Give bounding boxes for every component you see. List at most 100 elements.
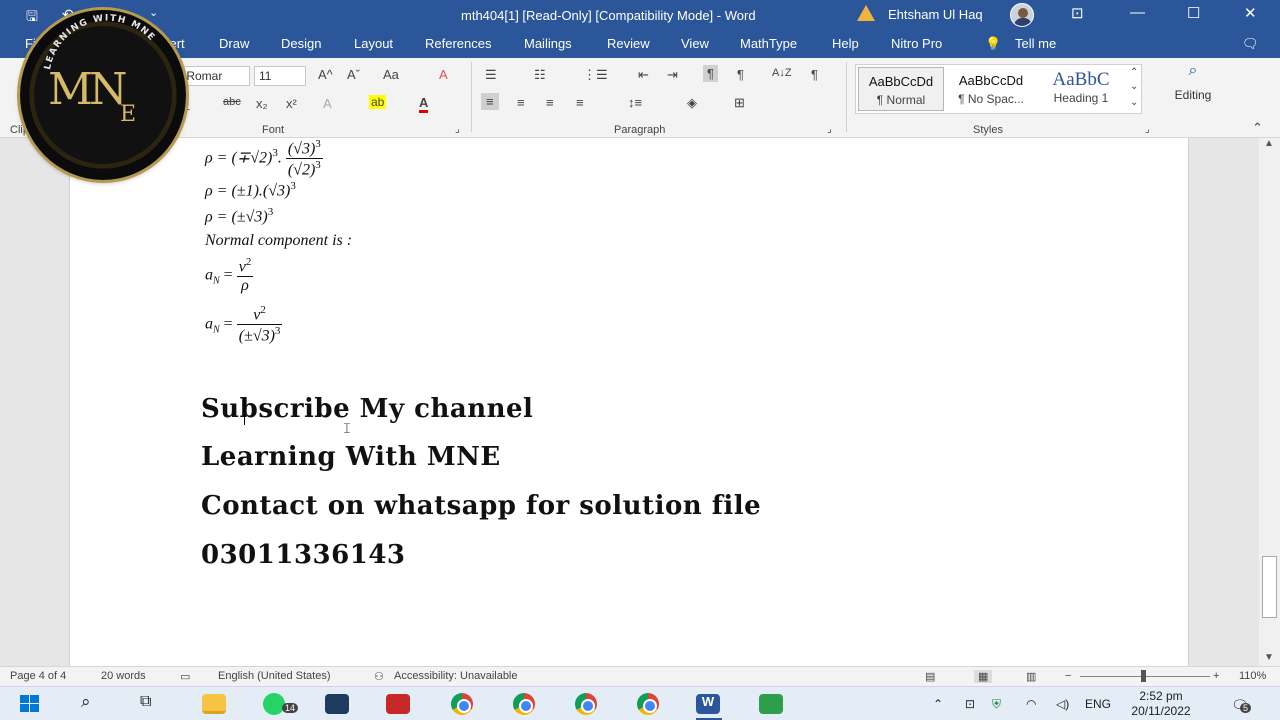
scroll-up-icon[interactable]: ▲: [1264, 138, 1274, 149]
font-size-box[interactable]: 11: [254, 66, 306, 86]
bullets-button[interactable]: ☰: [485, 67, 497, 83]
contact-line: Contact on whatsapp for solution file: [201, 491, 762, 521]
print-layout-icon[interactable]: ▦: [974, 670, 993, 683]
clock-time: 2:52 pm: [1139, 689, 1183, 703]
collapse-ribbon-icon[interactable]: ⌃: [1252, 120, 1263, 136]
style-normal[interactable]: AaBbCcDd ¶ Normal: [858, 67, 944, 111]
zoom-out-button[interactable]: −: [1065, 670, 1071, 682]
language-status[interactable]: English (United States): [218, 670, 331, 682]
increase-indent-button[interactable]: ⇥: [667, 67, 678, 83]
wifi-icon[interactable]: ◠: [1026, 697, 1036, 711]
tab-view[interactable]: View: [681, 36, 709, 51]
page-count[interactable]: Page 4 of 4: [10, 670, 66, 682]
align-right-button[interactable]: ≡: [546, 95, 554, 110]
camtasia-icon[interactable]: [759, 694, 783, 714]
numbering-button[interactable]: ☷: [534, 67, 546, 83]
zoom-level[interactable]: 110%: [1239, 670, 1266, 682]
highlight-button[interactable]: ab: [369, 95, 387, 109]
lightbulb-icon[interactable]: 💡: [985, 36, 1001, 52]
windows-start-icon[interactable]: [20, 695, 40, 713]
styles-more-icon[interactable]: ⌄: [1130, 97, 1138, 108]
zoom-slider-thumb[interactable]: [1141, 670, 1146, 682]
tab-help[interactable]: Help: [832, 36, 859, 51]
chrome-icon[interactable]: [451, 693, 473, 715]
multilevel-list-button[interactable]: ⋮☰: [583, 67, 608, 83]
style-no-spacing[interactable]: AaBbCcDd ¶ No Spac...: [948, 67, 1034, 111]
document-page[interactable]: ρ = (∓√2)3. (√3)3 (√2)3 ρ = (±1).(√3)3 ρ…: [69, 138, 1189, 666]
close-button[interactable]: ✕: [1244, 4, 1257, 22]
web-layout-icon[interactable]: ▥: [1026, 670, 1036, 683]
proofing-icon[interactable]: ▭: [180, 670, 190, 683]
clock[interactable]: 2:52 pm 20/11/2022: [1128, 689, 1194, 719]
styles-scroll-down-icon[interactable]: ⌄: [1130, 81, 1138, 92]
align-left-button[interactable]: ≡: [481, 93, 499, 110]
accessibility-status[interactable]: Accessibility: Unavailable: [394, 670, 518, 682]
maximize-button[interactable]: ☐: [1187, 4, 1200, 22]
subscript-button[interactable]: x₂: [256, 96, 268, 111]
superscript-button[interactable]: x²: [286, 96, 297, 111]
font-dialog-launcher-icon[interactable]: ⌟: [455, 124, 460, 135]
styles-dialog-launcher-icon[interactable]: ⌟: [1145, 124, 1150, 135]
comments-icon[interactable]: 🗨: [1242, 36, 1259, 52]
line-spacing-button[interactable]: ↕≡: [628, 95, 642, 110]
shading-button[interactable]: ◈: [687, 95, 697, 111]
input-language[interactable]: ENG: [1085, 697, 1111, 711]
ribbon-display-icon[interactable]: ⊡: [1071, 4, 1084, 22]
center-button[interactable]: ≡: [517, 95, 525, 110]
vertical-scrollbar[interactable]: ▲ ▼: [1259, 138, 1280, 666]
paragraph-dialog-launcher-icon[interactable]: ⌟: [827, 124, 832, 135]
camera-tray-icon[interactable]: ⊡: [965, 697, 975, 711]
user-name[interactable]: Ehtsham Ul Haq: [888, 7, 983, 22]
scroll-down-icon[interactable]: ▼: [1264, 652, 1274, 663]
font-color-button[interactable]: A: [419, 95, 429, 113]
chrome-icon[interactable]: [575, 693, 597, 715]
shrink-font-button[interactable]: Aˇ: [347, 67, 360, 82]
show-hidden-icons-icon[interactable]: ⌃: [933, 697, 943, 711]
security-icon[interactable]: ⛨: [992, 697, 1001, 712]
tab-nitro-pro[interactable]: Nitro Pro: [891, 36, 942, 51]
tab-review[interactable]: Review: [607, 36, 650, 51]
style-heading-1[interactable]: AaBbC Heading 1: [1038, 67, 1124, 111]
tab-mathtype[interactable]: MathType: [740, 36, 797, 51]
change-case-button[interactable]: Aa: [383, 67, 399, 82]
ltr-button[interactable]: ¶: [703, 65, 718, 82]
file-explorer-icon[interactable]: [202, 694, 226, 714]
tab-layout[interactable]: Layout: [354, 36, 393, 51]
minimize-button[interactable]: —: [1130, 4, 1145, 21]
sort-button[interactable]: A↓Z: [772, 67, 792, 79]
read-mode-icon[interactable]: ▤: [925, 670, 935, 683]
rtl-button[interactable]: ¶: [737, 67, 744, 82]
chrome-icon[interactable]: [513, 693, 535, 715]
word-icon[interactable]: W: [696, 694, 720, 714]
equation-text: ρ = (±1).(√3): [205, 182, 291, 200]
grow-font-button[interactable]: A^: [318, 67, 333, 82]
task-view-icon[interactable]: ⧉: [140, 693, 151, 711]
tab-design[interactable]: Design: [281, 36, 321, 51]
tell-me-search[interactable]: Tell me: [1015, 36, 1056, 51]
word-count[interactable]: 20 words: [101, 670, 146, 682]
editing-button[interactable]: ⌕ Editing: [1168, 62, 1218, 116]
fraction: (√3)3 (√2)3: [285, 138, 323, 180]
strikethrough-button[interactable]: abc: [223, 96, 241, 108]
video-app-icon[interactable]: [325, 694, 349, 714]
justify-button[interactable]: ≡: [576, 95, 584, 110]
show-hide-formatting-button[interactable]: ¶: [811, 67, 818, 82]
search-icon[interactable]: ⌕: [81, 692, 91, 712]
equation-rho-2: ρ = (±1).(√3)3: [205, 180, 296, 200]
decrease-indent-button[interactable]: ⇤: [638, 67, 649, 83]
avatar[interactable]: [1010, 3, 1034, 27]
recorder-app-icon[interactable]: [386, 694, 410, 714]
tab-mailings[interactable]: Mailings: [524, 36, 572, 51]
whatsapp-icon[interactable]: [263, 693, 285, 715]
tab-draw[interactable]: Draw: [219, 36, 249, 51]
styles-scroll-up-icon[interactable]: ⌃: [1130, 67, 1138, 78]
clear-formatting-button[interactable]: A: [439, 67, 448, 82]
chrome-icon[interactable]: [637, 693, 659, 715]
paragraph-group-label: Paragraph: [614, 124, 666, 136]
borders-button[interactable]: ⊞: [734, 95, 745, 111]
volume-icon[interactable]: ◁): [1056, 697, 1069, 711]
tab-references[interactable]: References: [425, 36, 491, 51]
text-effects-button[interactable]: A: [323, 96, 332, 111]
scroll-thumb[interactable]: [1262, 556, 1277, 618]
zoom-in-button[interactable]: +: [1213, 670, 1219, 682]
